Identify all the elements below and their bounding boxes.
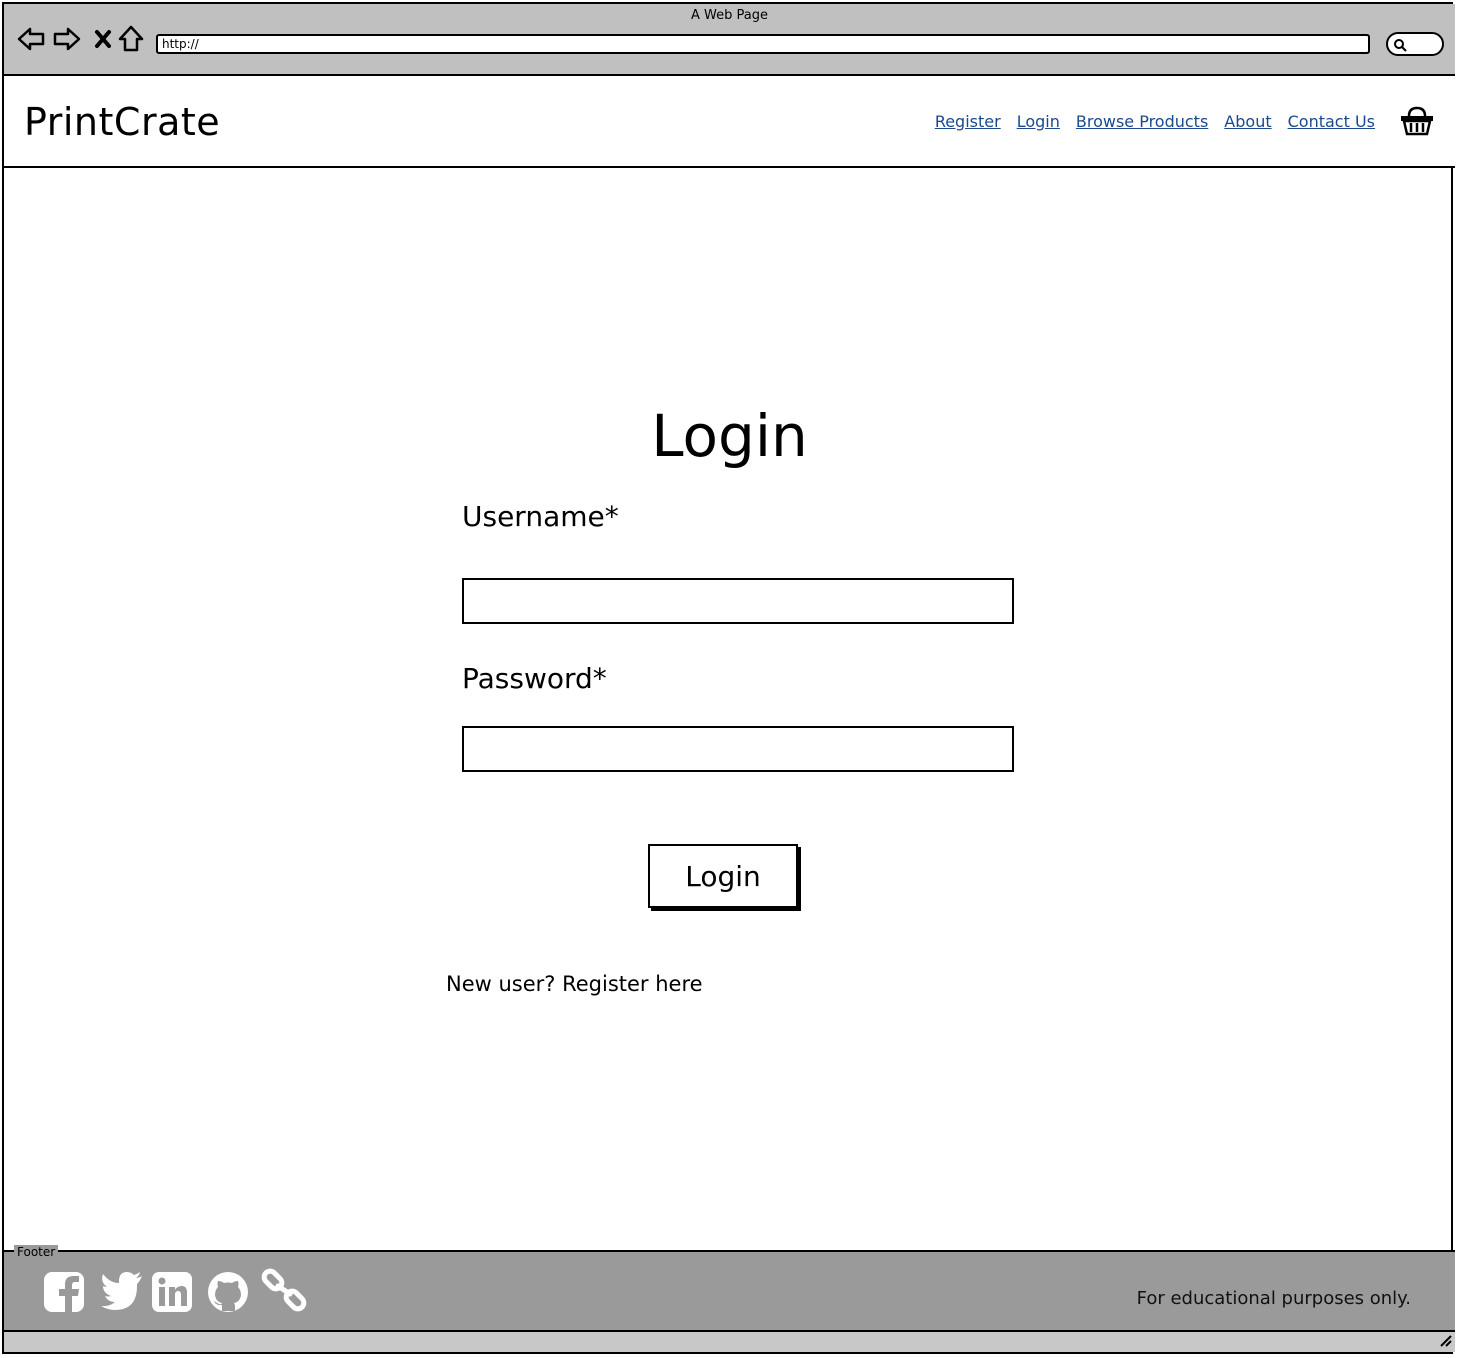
search-icon [1394, 39, 1407, 52]
github-icon[interactable] [206, 1270, 250, 1314]
nav-register-link[interactable]: Register [935, 112, 1001, 131]
site-footer: Footer For educational purposes only. [4, 1245, 1455, 1332]
browser-toolbar: A Web Page http:// [4, 4, 1455, 76]
browser-window: A Web Page http:// PrintCrate Register L… [2, 2, 1455, 1354]
browser-statusbar [4, 1332, 1455, 1352]
back-arrow-icon[interactable] [16, 24, 46, 54]
register-prompt-link[interactable]: New user? Register here [446, 972, 703, 996]
url-input[interactable]: http:// [156, 34, 1370, 54]
username-label: Username* [462, 500, 619, 533]
password-input[interactable] [462, 726, 1014, 772]
nav-contact-us-link[interactable]: Contact Us [1288, 112, 1375, 131]
main-nav: Register Login Browse Products About Con… [935, 112, 1375, 131]
home-icon[interactable] [116, 24, 146, 54]
window-title: A Web Page [691, 8, 768, 23]
nav-about-link[interactable]: About [1224, 112, 1271, 131]
nav-browse-products-link[interactable]: Browse Products [1076, 112, 1208, 131]
facebook-icon[interactable] [42, 1270, 86, 1314]
nav-login-link[interactable]: Login [1017, 112, 1060, 131]
browser-search-field[interactable] [1386, 32, 1444, 56]
login-button[interactable]: Login [648, 844, 798, 908]
forward-arrow-icon[interactable] [52, 24, 82, 54]
resize-handle-icon[interactable] [1437, 1332, 1453, 1352]
username-input[interactable] [462, 578, 1014, 624]
basket-icon[interactable] [1400, 106, 1434, 140]
linkedin-icon[interactable] [150, 1270, 194, 1314]
page-title: Login [651, 402, 808, 470]
footer-label: Footer [14, 1245, 59, 1259]
close-icon[interactable] [88, 24, 118, 54]
link-icon[interactable] [260, 1266, 308, 1314]
password-label: Password* [462, 662, 607, 695]
site-brand[interactable]: PrintCrate [24, 100, 220, 144]
twitter-icon[interactable] [100, 1270, 144, 1310]
footer-note: For educational purposes only. [1136, 1288, 1411, 1309]
site-header: PrintCrate Register Login Browse Product… [4, 76, 1455, 168]
